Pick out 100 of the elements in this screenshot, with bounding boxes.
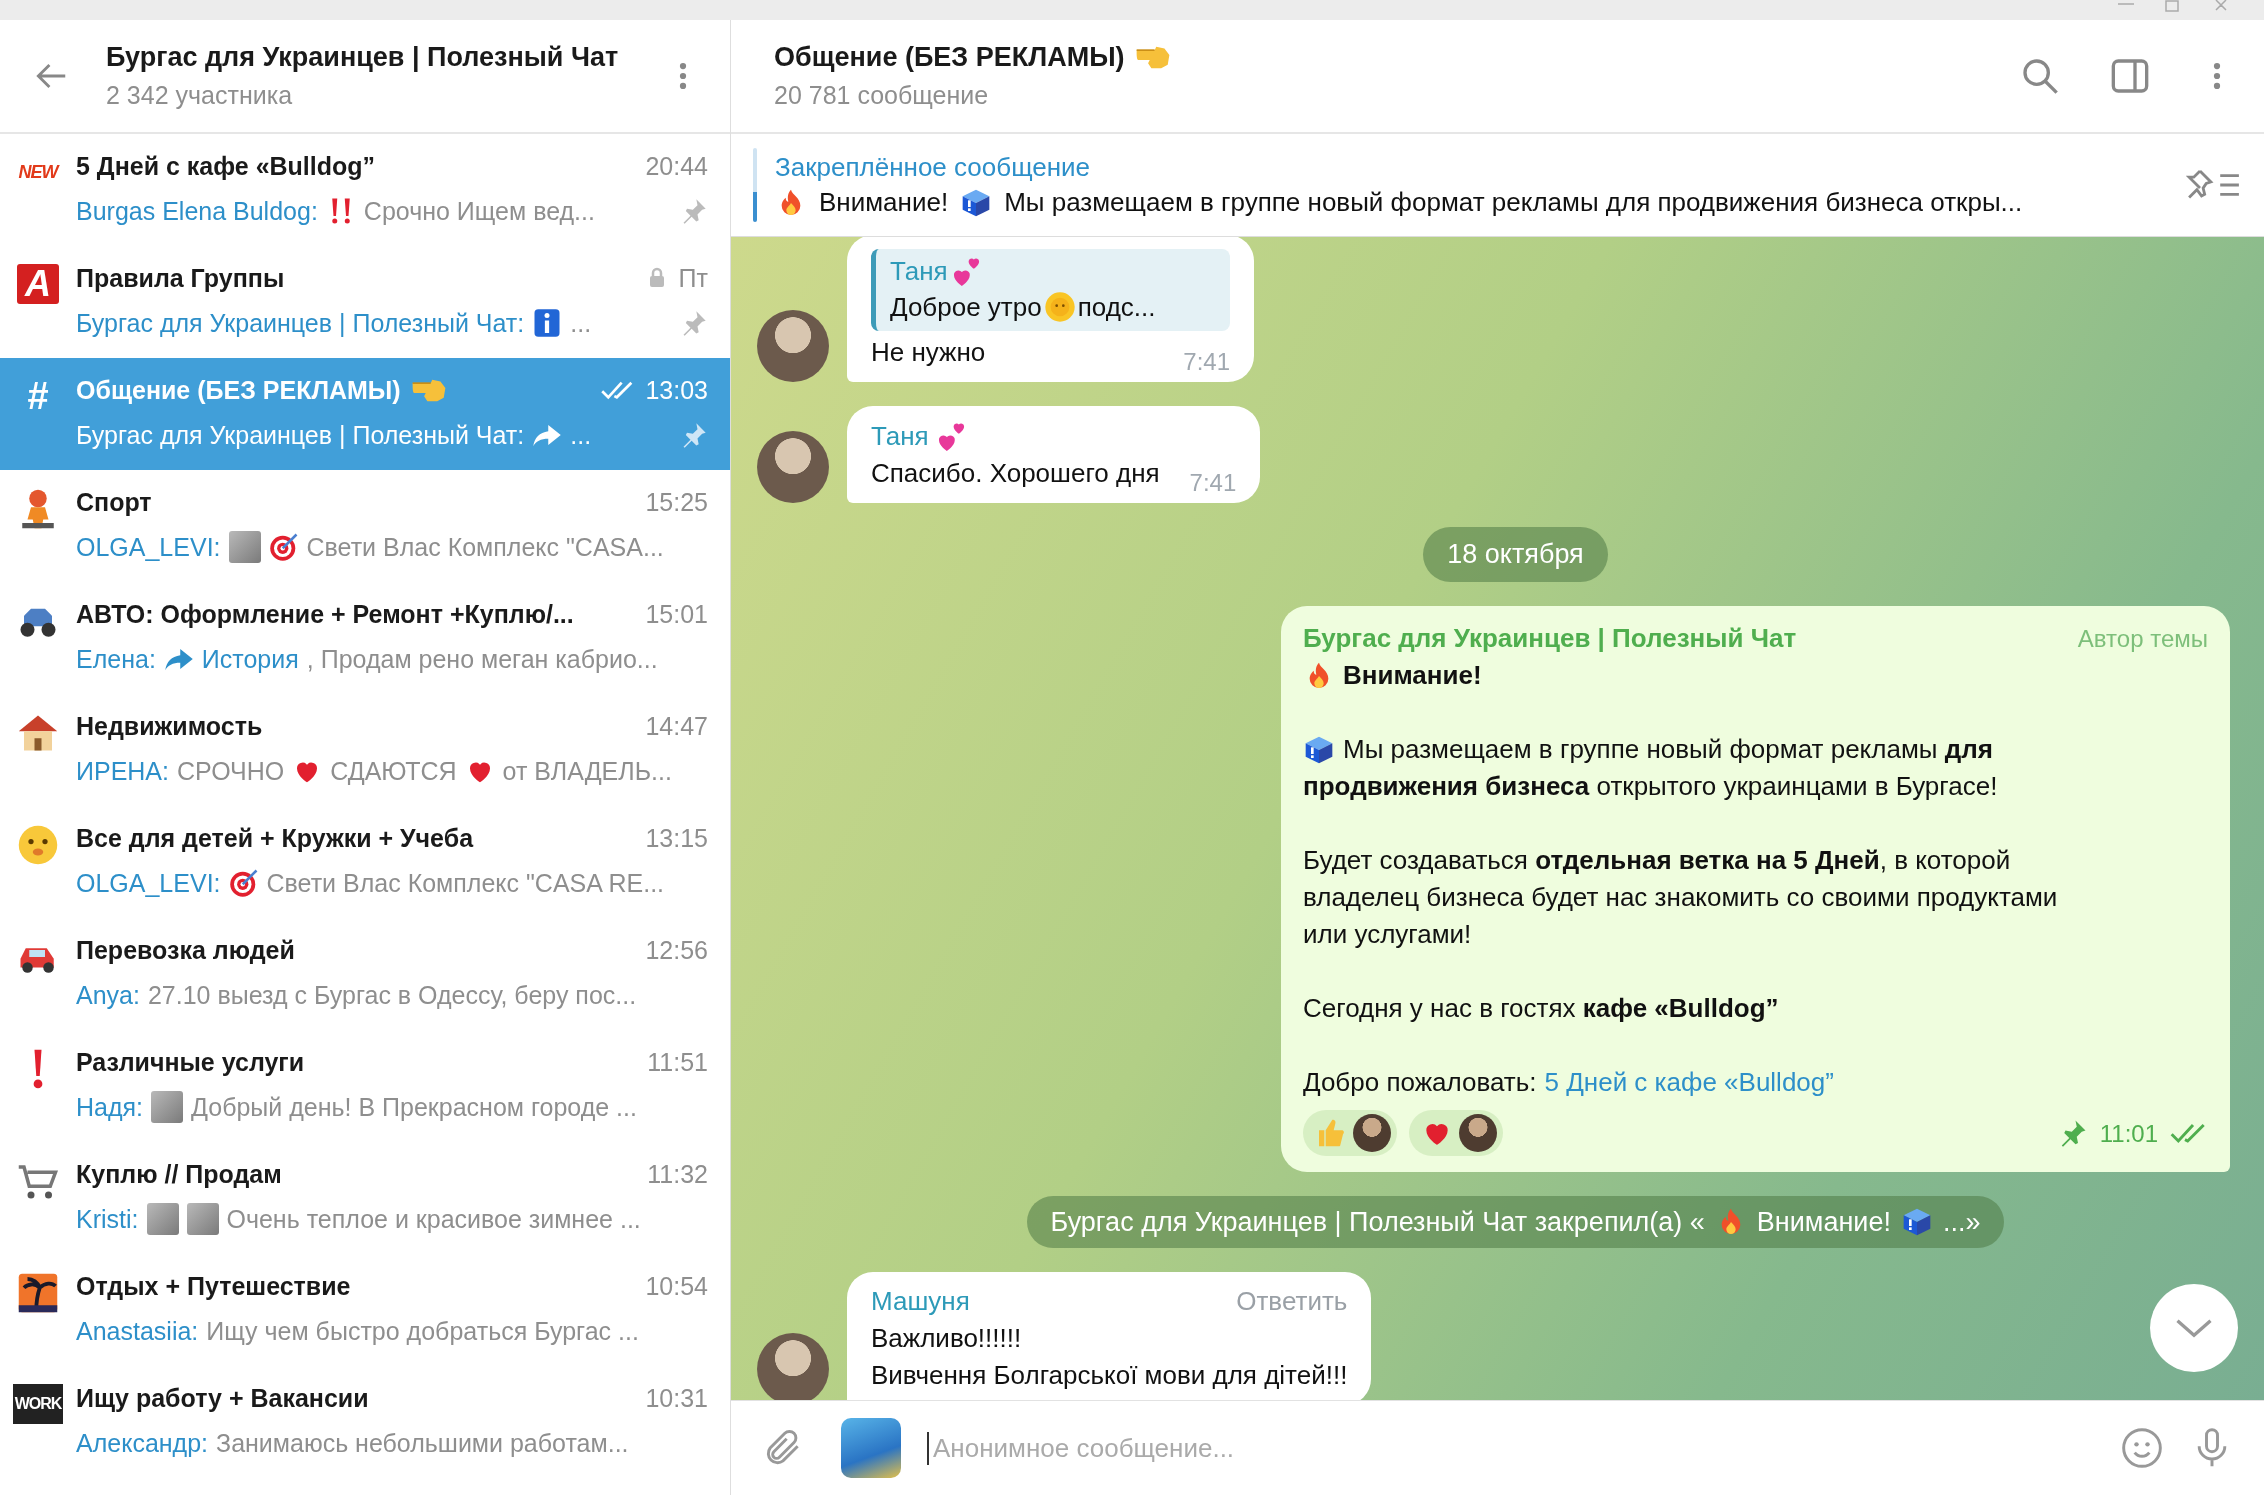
service-text: ...» [1942,1206,1981,1238]
sender-name: Anya: [76,980,140,1010]
preview-text: ... [570,420,592,450]
quote-author: Таня [890,255,948,287]
group-title: Бургас для Украинцев | Полезный Чат [106,42,620,73]
topic-item[interactable]: Куплю // Продам 11:32 Kristi: Очень теплое и красивое зимнее ... [0,1142,730,1254]
message-time: 11:01 [2099,1118,2158,1149]
topic-title: Различные услуги [76,1047,305,1077]
topic-item[interactable]: Перевозка людей 12:56 Anya: 27.10 выезд с Бургас в Одессу, беру пос... [0,918,730,1030]
reply-quote[interactable]: Таня Доброе утро подс... [871,249,1230,331]
pinned-label: Закреплённое сообщение [775,151,1092,183]
sender-name: OLGA_LEVI: [76,532,221,562]
topic-item[interactable]: Различные услуги 11:51 Надя: Добрый день! В Прекрасном городе ... [0,1030,730,1142]
service-text: Внимание! [1756,1206,1891,1238]
preview-text: Очень теплое и красивое зимнее ... [226,1204,641,1234]
topic-item[interactable]: Отдых + Путешествие 10:54 Anastasiia: Ищу чем быстро добраться Бургас ... [0,1254,730,1366]
topic-item[interactable]: Спорт 15:25 OLGA_LEVI: Свети Влас Комплекс "CASA... [0,470,730,582]
sender-name: Надя: [76,1092,144,1122]
message-text: или услугами! [1303,918,1472,951]
topic-title: Перевозка людей [76,935,295,965]
message-heading: Внимание! [1343,659,1482,692]
topic-title: Ищу работу + Вакансии [76,1383,369,1413]
topic-title: АВТО: Оформление + Ремонт +Куплю/... [76,599,574,629]
work-sign-icon: WORK [12,1384,64,1424]
quote-text: подс... [1077,291,1156,323]
message-text: владелец бизнеса будет нас знакомить со своими продуктами [1303,881,2058,914]
preview-text: , Продам рено меган кабрио... [306,644,658,674]
preview-text: Свети Влас Комплекс "CASA RE... [266,868,665,898]
preview-text: Свети Влас Комплекс "CASA... [306,532,664,562]
sender-name: Burgas Elena Buldog: [76,196,318,226]
sender-name: Бургас для Украинцев | Полезный Чат: [76,308,525,338]
message-text: Мы размещаем в группе новый формат рекламы для [1343,733,1993,766]
topic-item[interactable]: АВТО: Оформление + Ремонт +Куплю/... 15:01 Елена: История , Продам рено меган кабрио... [0,582,730,694]
smiley-face-icon [17,824,59,866]
author-role-label: Автор темы [2077,624,2208,654]
topic-title: Спорт [76,487,152,517]
emoji-icon[interactable] [2120,1426,2164,1470]
topic-time: 10:54 [645,1271,708,1301]
message-text: Вивчення Болгарської мови для дітей!!! [871,1360,1348,1391]
topic-time: 13:03 [645,375,708,405]
preview-text: ... [570,308,592,338]
topic-item[interactable]: Все для детей + Кружки + Учеба 13:15 OLGA_LEVI: Свети Влас Комплекс "CASA RE... [0,806,730,918]
topic-item[interactable]: A Правила Группы Пт Бургас для Украинцев | Полезный Чат: ... [0,246,730,358]
message-text: Добро пожаловать: [1303,1066,1537,1099]
member-count: 2 342 участника [106,81,294,110]
service-text: Бургас для Украинцев | Полезный Чат закрепил(а) « [1050,1206,1705,1238]
sun-icon [1043,291,1076,323]
topic-title: Недвижимость [76,711,263,741]
photo-thumbnail [228,531,261,563]
reaction-chip[interactable] [1303,1110,1397,1156]
palm-tree-icon [17,1272,59,1314]
topic-time: 11:51 [647,1047,708,1077]
topic-time: 10:31 [645,1383,708,1413]
preview-text: СРОЧНО [177,756,285,786]
preview-text: СДАЮТСЯ [330,756,457,786]
sidebar-toggle-icon[interactable] [2110,56,2150,96]
pinned-text: Внимание! [819,187,949,218]
topic-title: Куплю // Продам [76,1159,282,1189]
hash-icon: # [27,376,49,416]
letter-logo-icon: A [17,264,59,304]
topic-time: 20:44 [645,151,708,181]
message-time: 7:41 [1189,469,1237,497]
info-icon [532,308,563,338]
message-time: 7:41 [1183,348,1230,376]
search-icon[interactable] [2020,56,2060,96]
topic-time: Пт [678,263,708,293]
topic-time: 15:01 [645,599,708,629]
sender-name: ИРЕНА: [76,756,169,786]
photo-thumbnail [146,1203,179,1235]
reaction-chip[interactable] [1409,1110,1503,1156]
topic-time: 14:47 [645,711,708,741]
message-text: Не нужно [871,337,986,368]
chat-title: Общение (БЕЗ РЕКЛАМЫ) [774,42,1125,73]
message-text: Спасибо. Хорошего дня [871,458,1160,489]
topic-title: Все для детей + Кружки + Учеба [76,823,474,853]
topic-time: 15:25 [645,487,708,517]
bot-avatar-picture[interactable] [841,1418,901,1478]
target-icon [268,532,299,562]
topic-title: Общение (БЕЗ РЕКЛАМЫ) [76,375,401,405]
topic-time: 13:15 [645,823,708,853]
topic-title: Правила Группы [76,263,285,293]
sender-name: Бургас для Украинцев | Полезный Чат: [76,420,525,450]
message-text: продвижения бизнеса открытого украинцами в Бургасе! [1303,770,1998,803]
target-icon [228,868,259,898]
preview-text: Занимаюсь небольшими работам... [216,1428,629,1458]
message-text: Важливо!!!!!! [871,1323,1022,1354]
sender-name: Елена: [76,644,156,674]
message-text: Сегодня у нас в гостях кафе «Bulldog” [1303,992,1779,1025]
sender-name: OLGA_LEVI: [76,868,221,898]
topic-time: 11:32 [647,1159,708,1189]
topic-item[interactable]: NEW 5 Дней с кафе «Bulldog” 20:44 Burgas Elena Buldog: Срочно Ищем вед... [0,134,730,246]
preview-text: Ищу чем быстро добраться Бургас ... [206,1316,639,1346]
preview-text: Срочно Ищем вед... [363,196,595,226]
message-text: Будет создаваться отдельная ветка на 5 Дней, в которой [1303,844,2011,877]
reactor-avatar [1353,1114,1391,1152]
quote-text: Доброе утро [890,291,1042,323]
topic-item[interactable]: WORK Ищу работу + Вакансии 10:31 Александр: Занимаюсь небольшими работам... [0,1366,730,1478]
topic-title: Отдых + Путешествие [76,1271,351,1301]
preview-link[interactable]: История [201,644,299,674]
topic-item[interactable]: Недвижимость 14:47 ИРЕНА: СРОЧНО СДАЮТСЯ от ВЛАДЕЛЬ... [0,694,730,806]
